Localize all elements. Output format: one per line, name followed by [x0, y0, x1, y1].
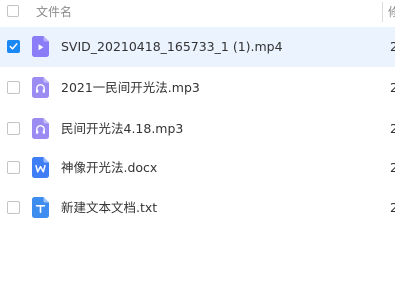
column-header-filename[interactable]: 文件名 — [36, 5, 72, 19]
file-list-header: 文件名 修 — [0, 0, 395, 26]
file-modified-partial: 2 — [390, 39, 395, 54]
file-row[interactable]: SVID_20210418_165733_1 (1).mp4 2 — [0, 27, 395, 67]
row-checkbox[interactable] — [7, 81, 20, 94]
text-file-icon — [32, 197, 49, 218]
file-modified-partial: 2 — [390, 200, 395, 215]
file-name[interactable]: 新建文本文档.txt — [61, 200, 157, 216]
file-name[interactable]: 2021一民间开光法.mp3 — [61, 80, 200, 96]
column-divider[interactable] — [382, 2, 383, 22]
row-checkbox[interactable] — [7, 161, 20, 174]
row-checkbox[interactable] — [7, 40, 20, 53]
file-modified-partial: 2 — [390, 121, 395, 136]
audio-file-icon — [32, 118, 49, 139]
video-file-icon — [32, 36, 49, 57]
file-name[interactable]: SVID_20210418_165733_1 (1).mp4 — [61, 39, 283, 55]
file-modified-partial: 2 — [390, 160, 395, 175]
file-row[interactable]: 2021一民间开光法.mp3 2 — [0, 68, 395, 108]
file-name[interactable]: 神像开光法.docx — [61, 160, 157, 176]
audio-file-icon — [32, 77, 49, 98]
file-row[interactable]: 新建文本文档.txt 2 — [0, 188, 395, 228]
file-row[interactable]: 神像开光法.docx 2 — [0, 148, 395, 188]
checkmark-icon — [9, 43, 18, 50]
word-file-icon — [32, 157, 49, 178]
row-checkbox[interactable] — [7, 201, 20, 214]
column-header-next[interactable]: 修 — [388, 5, 395, 19]
select-all-checkbox[interactable] — [7, 5, 19, 17]
file-modified-partial: 2 — [390, 80, 395, 95]
row-checkbox[interactable] — [7, 122, 20, 135]
file-name[interactable]: 民间开光法4.18.mp3 — [61, 121, 183, 137]
file-row[interactable]: 民间开光法4.18.mp3 2 — [0, 109, 395, 149]
